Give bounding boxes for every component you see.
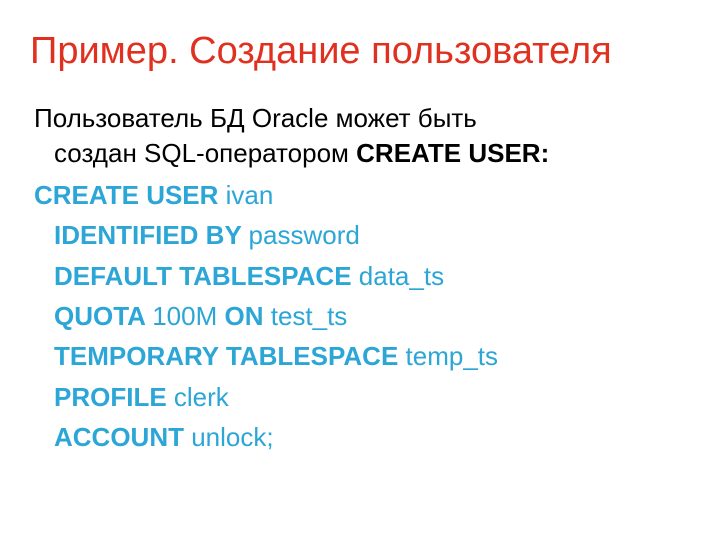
kw-account: ACCOUNT xyxy=(54,422,191,452)
kw-default-tablespace: DEFAULT TABLESPACE xyxy=(54,261,359,291)
code-line-5: TEMPORARY TABLESPACE temp_ts xyxy=(54,336,690,376)
val-user: ivan xyxy=(226,180,274,210)
code-line-2: IDENTIFIED BY password xyxy=(54,215,690,255)
intro-line-2a: создан SQL-оператором xyxy=(54,138,356,168)
slide-title: Пример. Создание пользователя xyxy=(30,30,690,73)
kw-on: ON xyxy=(224,301,270,331)
kw-temporary-tablespace: TEMPORARY TABLESPACE xyxy=(54,341,406,371)
intro-text: Пользователь БД Oracle может быть создан… xyxy=(30,101,690,171)
code-line-6: PROFILE clerk xyxy=(54,377,690,417)
val-clerk: clerk xyxy=(174,382,229,412)
val-100m: 100M xyxy=(152,301,224,331)
intro-line-1: Пользователь БД Oracle может быть xyxy=(34,101,690,136)
code-line-3: DEFAULT TABLESPACE data_ts xyxy=(54,256,690,296)
val-unlock: unlock; xyxy=(191,422,273,452)
code-block: CREATE USER ivan IDENTIFIED BY password … xyxy=(30,175,690,457)
code-line-1: CREATE USER ivan xyxy=(34,175,690,215)
intro-line-2: создан SQL-оператором CREATE USER: xyxy=(54,136,690,171)
kw-quota: QUOTA xyxy=(54,301,152,331)
kw-create-user: CREATE USER xyxy=(34,180,226,210)
val-password: password xyxy=(249,220,360,250)
val-temp-ts: temp_ts xyxy=(406,341,499,371)
val-data-ts: data_ts xyxy=(359,261,444,291)
intro-line-2b: CREATE USER: xyxy=(356,138,549,168)
kw-identified-by: IDENTIFIED BY xyxy=(54,220,249,250)
code-line-4: QUOTA 100M ON test_ts xyxy=(54,296,690,336)
code-line-7: ACCOUNT unlock; xyxy=(54,417,690,457)
kw-profile: PROFILE xyxy=(54,382,174,412)
val-test-ts: test_ts xyxy=(271,301,348,331)
